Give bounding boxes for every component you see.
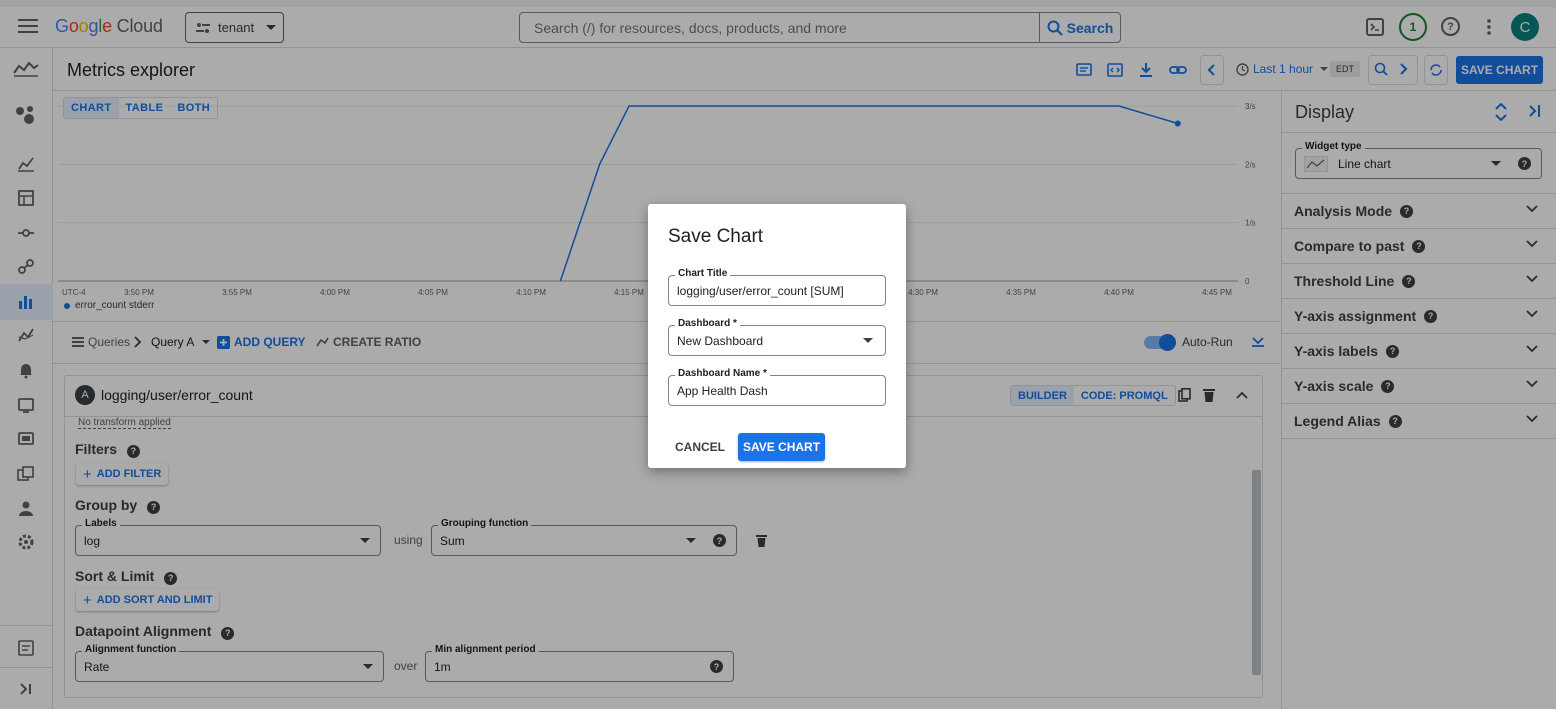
save-chart-dialog: Save Chart Chart Title logging/user/error… bbox=[648, 204, 906, 468]
chart-title-input[interactable]: Chart Title logging/user/error_count [SUM… bbox=[668, 268, 886, 306]
dialog-title: Save Chart bbox=[668, 226, 764, 247]
dashboard-name-input[interactable]: Dashboard Name * App Health Dash bbox=[668, 368, 886, 406]
dialog-save-chart-button[interactable]: SAVE CHART bbox=[738, 433, 825, 461]
caret-down-icon bbox=[863, 338, 873, 343]
cancel-button[interactable]: CANCEL bbox=[668, 433, 732, 461]
dashboard-select[interactable]: Dashboard * New Dashboard bbox=[668, 318, 886, 356]
